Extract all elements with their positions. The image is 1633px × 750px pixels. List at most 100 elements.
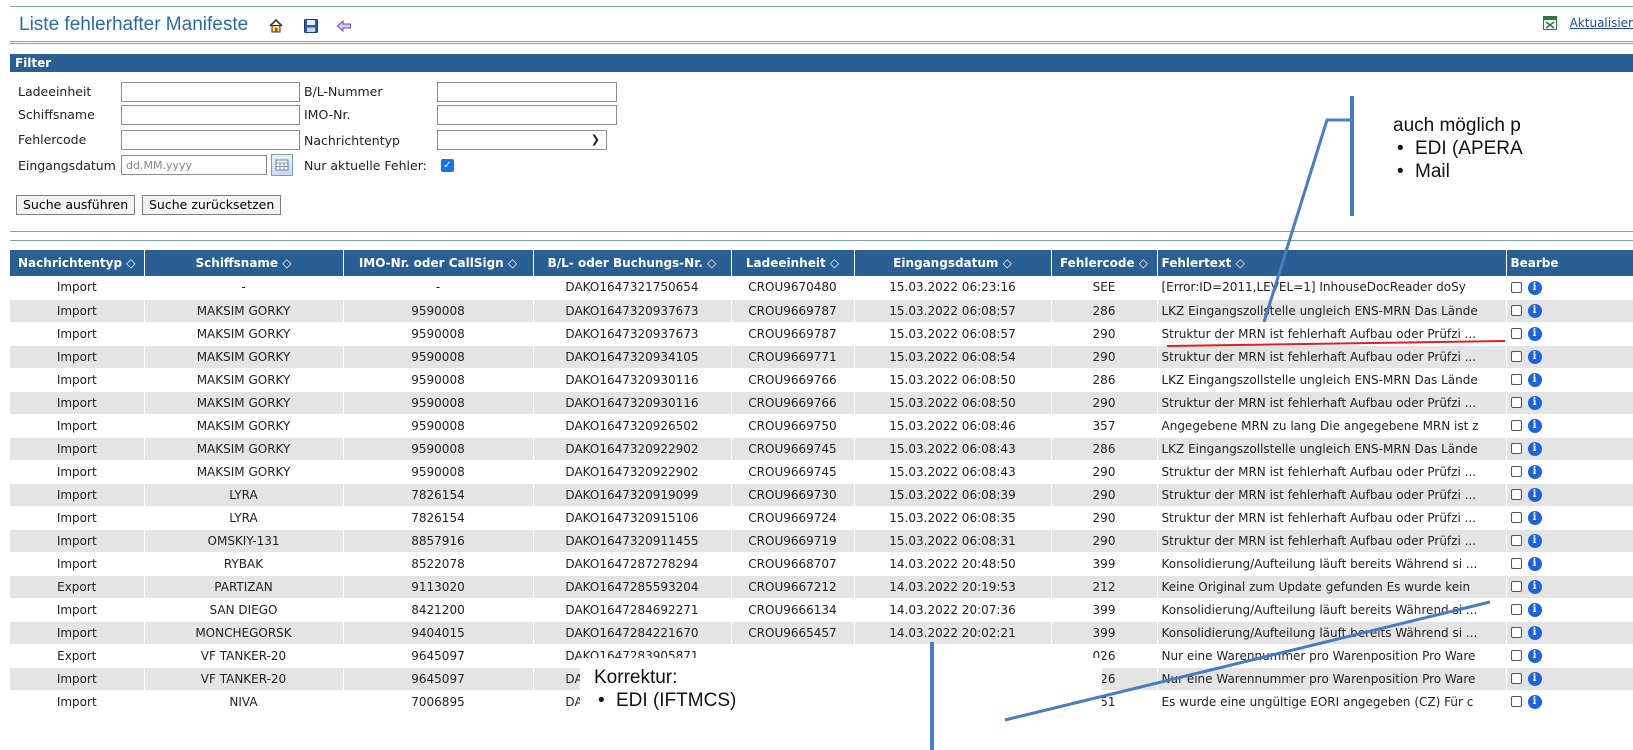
row-checkbox[interactable]	[1510, 604, 1522, 616]
row-checkbox[interactable]	[1510, 328, 1522, 340]
table-cell: SAN DIEGO	[144, 598, 344, 622]
calendar-icon[interactable]	[271, 154, 293, 176]
search-button[interactable]: Suche ausführen	[16, 195, 136, 215]
table-row[interactable]: Import MAKSIM GORKY 9590008 DAKO16473209229…	[10, 460, 1633, 484]
row-checkbox[interactable]	[1510, 282, 1522, 293]
info-icon[interactable]: i	[1527, 372, 1542, 387]
table-cell: CROU9665457	[731, 621, 855, 645]
row-checkbox[interactable]	[1510, 512, 1522, 524]
table-row[interactable]: Import MAKSIM GORKY 9590008 DAKO16473209301…	[10, 368, 1633, 392]
row-checkbox[interactable]	[1510, 443, 1522, 455]
nur-aktuelle-checkbox[interactable]: ✓	[441, 159, 454, 172]
column-header[interactable]: Fehlertext ◇	[1157, 250, 1507, 276]
nur-aktuelle-label: Nur aktuelle Fehler:	[304, 158, 427, 173]
schiffsname-input[interactable]	[121, 105, 300, 125]
table-row[interactable]: Import SAN DIEGO 8421200 DAKO1647284692271 C…	[10, 598, 1633, 622]
row-actions: i	[1506, 575, 1633, 599]
info-icon[interactable]: i	[1527, 556, 1542, 571]
info-icon[interactable]: i	[1527, 418, 1542, 433]
table-row[interactable]: Import MAKSIM GORKY 9590008 DAKO16473209265…	[10, 414, 1633, 438]
row-checkbox[interactable]	[1510, 581, 1522, 593]
row-checkbox[interactable]	[1510, 673, 1522, 685]
table-row[interactable]: Export PARTIZAN 9113020 DAKO1647285593204 CR…	[10, 575, 1633, 599]
table-cell: DAKO1647320926502	[533, 414, 732, 438]
info-icon[interactable]: i	[1527, 303, 1542, 318]
column-header[interactable]: Bearbe	[1506, 250, 1633, 276]
info-icon[interactable]: i	[1527, 671, 1542, 686]
chevron-down-icon: ❯	[590, 133, 600, 146]
column-header[interactable]: B/L- oder Buchungs-Nr. ◇	[533, 250, 732, 276]
info-icon[interactable]: i	[1527, 533, 1542, 548]
info-icon[interactable]: i	[1527, 602, 1542, 617]
row-checkbox[interactable]	[1510, 558, 1522, 570]
table-cell: DAKO1647320937673	[533, 299, 732, 323]
info-icon[interactable]: i	[1527, 625, 1542, 640]
row-checkbox[interactable]	[1510, 420, 1522, 432]
eingangsdatum-input[interactable]	[121, 155, 267, 175]
info-icon[interactable]: i	[1527, 464, 1542, 479]
column-header[interactable]: Ladeeinheit ◇	[731, 250, 855, 276]
fehlercode-input[interactable]	[121, 130, 300, 150]
info-icon[interactable]: i	[1527, 510, 1542, 525]
table-row[interactable]: Import LYRA 7826154 DAKO1647320915106 CROU96…	[10, 506, 1633, 530]
row-checkbox[interactable]	[1510, 696, 1522, 708]
table-cell: 8857916	[343, 529, 534, 553]
table-cell: 286	[1051, 299, 1158, 323]
row-checkbox[interactable]	[1510, 305, 1522, 317]
column-header[interactable]: Nachrichtentyp ◇	[10, 250, 145, 276]
row-checkbox[interactable]	[1510, 351, 1522, 363]
refresh-link[interactable]: Aktualisier	[1570, 16, 1633, 30]
table-row[interactable]: Import LYRA 7826154 DAKO1647320919099 CROU96…	[10, 483, 1633, 507]
row-checkbox[interactable]	[1510, 650, 1522, 662]
table-row[interactable]: Import MONCHEGORSK 9404015 DAKO164728422167…	[10, 621, 1633, 645]
table-cell: NIVA	[144, 690, 344, 714]
row-actions: i	[1506, 460, 1633, 484]
table-row[interactable]: Import RYBAK 8522078 DAKO1647287278294 CROU9…	[10, 552, 1633, 576]
column-header[interactable]: Fehlercode ◇	[1051, 250, 1158, 276]
table-row[interactable]: Import MAKSIM GORKY 9590008 DAKO16473209376…	[10, 299, 1633, 323]
info-icon[interactable]: i	[1527, 694, 1542, 709]
table-row[interactable]: Import MAKSIM GORKY 9590008 DAKO16473209301…	[10, 391, 1633, 415]
table-cell: CROU9667212	[731, 575, 855, 599]
table-row[interactable]: Import MAKSIM GORKY 9590008 DAKO16473209341…	[10, 345, 1633, 369]
info-icon[interactable]: i	[1527, 280, 1542, 295]
table-cell: 15.03.2022 06:23:16	[854, 276, 1052, 300]
column-header[interactable]: Eingangsdatum ◇	[854, 250, 1052, 276]
imo-nr-input[interactable]	[437, 105, 617, 125]
table-row[interactable]: Import MAKSIM GORKY 9590008 DAKO16473209376…	[10, 322, 1633, 346]
excel-export-icon[interactable]	[1542, 15, 1558, 31]
table-row[interactable]: Import MAKSIM GORKY 9590008 DAKO16473209229…	[10, 437, 1633, 461]
table-cell: 7826154	[343, 483, 534, 507]
reset-button[interactable]: Suche zurücksetzen	[142, 195, 282, 215]
row-actions: i	[1506, 299, 1633, 323]
row-checkbox[interactable]	[1510, 489, 1522, 501]
info-icon[interactable]: i	[1527, 441, 1542, 456]
info-icon[interactable]: i	[1527, 326, 1542, 341]
column-header[interactable]: Schiffsname ◇	[144, 250, 344, 276]
table-row[interactable]: Import - - DAKO1647321750654 CROU9670480 15.0…	[10, 276, 1633, 300]
table-row[interactable]: Import OMSKIY-131 8857916 DAKO1647320911455…	[10, 529, 1633, 553]
row-checkbox[interactable]	[1510, 374, 1522, 386]
info-icon[interactable]: i	[1527, 579, 1542, 594]
row-checkbox[interactable]	[1510, 627, 1522, 639]
row-checkbox[interactable]	[1510, 535, 1522, 547]
table-cell: CROU9669730	[731, 483, 855, 507]
info-icon[interactable]: i	[1527, 487, 1542, 502]
home-icon[interactable]	[268, 18, 284, 34]
back-arrow-icon[interactable]	[336, 18, 352, 34]
table-cell: Struktur der MRN ist fehlerhaft Aufbau o…	[1157, 322, 1507, 346]
column-header[interactable]: IMO-Nr. oder CallSign ◇	[343, 250, 534, 276]
nachrichtentyp-select[interactable]: ❯	[437, 130, 607, 150]
ladeeinheit-input[interactable]	[121, 82, 300, 102]
info-icon[interactable]: i	[1527, 349, 1542, 364]
table-cell: Import	[10, 437, 145, 461]
info-icon[interactable]: i	[1527, 648, 1542, 663]
bl-nummer-input[interactable]	[437, 82, 617, 102]
row-checkbox[interactable]	[1510, 397, 1522, 409]
info-icon[interactable]: i	[1527, 395, 1542, 410]
row-actions: i	[1506, 322, 1633, 346]
save-icon[interactable]	[303, 18, 319, 34]
table-cell: LYRA	[144, 483, 344, 507]
table-cell: 290	[1051, 506, 1158, 530]
row-checkbox[interactable]	[1510, 466, 1522, 478]
